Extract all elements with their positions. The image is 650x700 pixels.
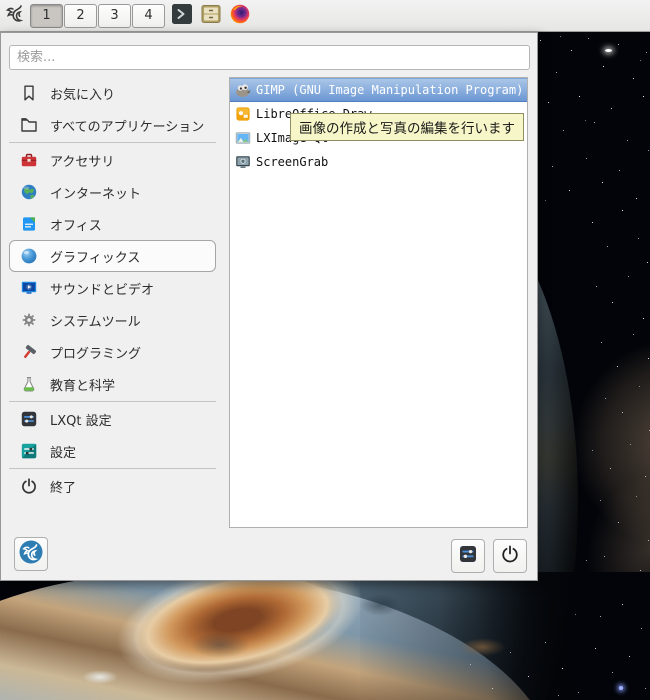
terminator-fade [360, 572, 650, 700]
workspace-label: 3 [110, 8, 118, 23]
app-description-tooltip: 画像の作成と写真の編集を行います [290, 113, 524, 141]
globe-icon [20, 183, 38, 201]
sidebar-item-label: サウンドとビデオ [50, 279, 154, 298]
sidebar-item-label: インターネット [50, 183, 141, 202]
application-list: GIMP (GNU Image Manipulation Program) Li… [229, 77, 528, 528]
main-menu-button[interactable] [3, 3, 29, 29]
toolbox-icon [20, 151, 38, 169]
desktop: 1 2 3 4 お気に入り すべてのアプリケーション [0, 0, 650, 700]
sidebar-divider [9, 401, 216, 402]
sidebar-item-label: LXQt 設定 [50, 410, 112, 429]
sidebar-item-lxqt-settings[interactable]: LXQt 設定 [9, 403, 216, 435]
lxqt-logo-icon [17, 538, 45, 570]
graphics-icon [20, 247, 38, 265]
sidebar-item-education-science[interactable]: 教育と科学 [9, 368, 216, 400]
sidebar-item-favorites[interactable]: お気に入り [9, 77, 216, 109]
dark-cloud-patch [190, 632, 250, 658]
firefox-launcher[interactable] [228, 4, 252, 28]
screengrab-icon [235, 154, 251, 170]
terminal-icon [171, 3, 193, 29]
sidebar-item-label: 設定 [50, 442, 76, 461]
sidebar-item-office[interactable]: オフィス [9, 208, 216, 240]
workspace-button-4[interactable]: 4 [132, 4, 165, 28]
workspace-label: 4 [144, 8, 152, 23]
sidebar-item-graphics[interactable]: グラフィックス [9, 240, 216, 272]
lxqt-about-button[interactable] [14, 537, 48, 571]
lxqt-settings-icon [458, 544, 478, 568]
app-item-label: ScreenGrab [256, 155, 328, 169]
search-input[interactable] [9, 45, 530, 70]
app-item-label: GIMP (GNU Image Manipulation Program) [256, 83, 523, 97]
workspace-button-2[interactable]: 2 [64, 4, 97, 28]
category-sidebar: お気に入り すべてのアプリケーション アクセサリ インターネット オフィス [9, 77, 216, 502]
education-icon [20, 375, 38, 393]
sidebar-item-settings[interactable]: 設定 [9, 435, 216, 467]
sidebar-divider [9, 142, 216, 143]
lxqt-settings-icon [20, 410, 38, 428]
sidebar-item-label: システムツール [50, 311, 141, 330]
sidebar-item-label: すべてのアプリケーション [50, 116, 204, 135]
power-icon [500, 544, 520, 568]
sidebar-item-label: グラフィックス [50, 247, 140, 266]
sidebar-item-label: オフィス [50, 215, 102, 234]
system-tools-icon [20, 311, 38, 329]
workspace-label: 2 [76, 8, 84, 23]
gimp-icon [235, 82, 251, 98]
lxqt-bird-icon [4, 2, 28, 30]
folder-icon [20, 116, 38, 134]
sidebar-item-label: 教育と科学 [50, 375, 115, 394]
blue-star [619, 686, 623, 690]
menu-settings-button[interactable] [451, 539, 485, 573]
app-menu-popup: お気に入り すべてのアプリケーション アクセサリ インターネット オフィス [0, 32, 538, 581]
app-item-screengrab[interactable]: ScreenGrab [230, 150, 527, 174]
sidebar-item-label: プログラミング [50, 343, 141, 362]
sidebar-item-label: お気に入り [50, 84, 115, 103]
sidebar-item-all-applications[interactable]: すべてのアプリケーション [9, 109, 216, 141]
taskbar: 1 2 3 4 [0, 0, 650, 32]
workspace-button-1[interactable]: 1 [30, 4, 63, 28]
sidebar-item-accessories[interactable]: アクセサリ [9, 144, 216, 176]
bookmark-icon [20, 84, 38, 102]
sidebar-item-leave[interactable]: 終了 [9, 470, 216, 502]
app-item-gimp[interactable]: GIMP (GNU Image Manipulation Program) [230, 78, 527, 102]
workspace-label: 1 [42, 8, 50, 23]
libreoffice-draw-icon [235, 106, 251, 122]
programming-icon [20, 343, 38, 361]
file-manager-icon [200, 3, 222, 29]
bright-star [605, 49, 612, 52]
settings-icon [20, 442, 38, 460]
firefox-icon [229, 3, 251, 29]
workspace-button-3[interactable]: 3 [98, 4, 131, 28]
multimedia-icon [20, 279, 38, 297]
sidebar-item-programming[interactable]: プログラミング [9, 336, 216, 368]
office-icon [20, 215, 38, 233]
file-manager-launcher[interactable] [199, 4, 223, 28]
leave-button[interactable] [493, 539, 527, 573]
terminal-launcher[interactable] [170, 4, 194, 28]
sidebar-divider [9, 468, 216, 469]
sidebar-item-sound-video[interactable]: サウンドとビデオ [9, 272, 216, 304]
power-icon [20, 477, 38, 495]
lximage-icon [235, 130, 251, 146]
sidebar-item-label: 終了 [50, 477, 76, 496]
tooltip-text: 画像の作成と写真の編集を行います [299, 117, 515, 137]
white-storm-oval [82, 670, 118, 684]
sidebar-item-label: アクセサリ [50, 151, 114, 170]
sidebar-item-internet[interactable]: インターネット [9, 176, 216, 208]
sidebar-item-system-tools[interactable]: システムツール [9, 304, 216, 336]
